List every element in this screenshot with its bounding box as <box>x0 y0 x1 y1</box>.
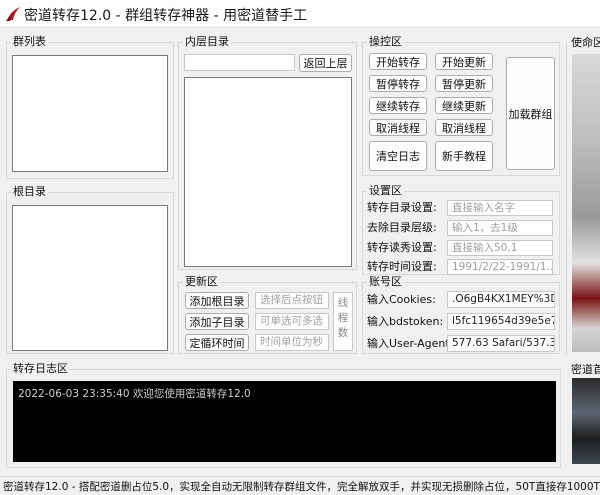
update-label: 更新区 <box>183 275 220 289</box>
add-root-dir-button[interactable]: 添加根目录 <box>185 292 249 309</box>
root-dir-list[interactable] <box>12 205 168 351</box>
root-dir-panel: 根目录 <box>6 185 174 354</box>
settings-panel: 设置区 转存目录设置: 直接输入名字 去除目录层级: 输入1，去1级 转存读秀设… <box>362 184 560 275</box>
clear-log-button[interactable]: 清空日志 <box>369 141 427 171</box>
control-label: 操控区 <box>367 35 404 49</box>
time-unit-field[interactable]: 时间单位为秒 <box>255 334 329 351</box>
start-update-button[interactable]: 开始更新 <box>435 53 493 70</box>
time-setting-input[interactable]: 1991/2/22-1991/1... <box>447 259 553 275</box>
thread-count-field[interactable]: 线程数 <box>333 292 353 351</box>
root-dir-label: 根目录 <box>11 185 48 199</box>
bdstoken-label: 输入bdstoken: <box>367 315 444 328</box>
remove-level-input[interactable]: 输入1，去1级 <box>447 220 553 236</box>
log-output[interactable]: 2022-06-03 23:35:40 欢迎您使用密道转存12.0 <box>13 381 556 462</box>
group-list-box[interactable] <box>12 55 168 172</box>
update-panel: 更新区 添加根目录 添加子目录 定循环时间 选择后点按钮 可单选可多选 时间单位… <box>178 275 357 354</box>
cookies-label: 输入Cookies: <box>367 293 436 306</box>
remove-level-label: 去除目录层级: <box>367 221 437 234</box>
side-label-second: 密道首 <box>571 363 600 376</box>
user-agent-input[interactable]: 577.63 Safari/537.36 <box>447 335 555 352</box>
group-list-label: 群列表 <box>11 35 48 49</box>
side-thumbnail-image <box>572 378 600 464</box>
cancel-update-thread-button[interactable]: 取消线程 <box>435 119 493 136</box>
status-text: 密道转存12.0 - 搭配密道删占位5.0，实现全自动无限制转存群组文件，完全解… <box>3 481 600 493</box>
start-transfer-button[interactable]: 开始转存 <box>369 53 427 70</box>
log-label: 转存日志区 <box>11 362 70 376</box>
pause-update-button[interactable]: 暂停更新 <box>435 75 493 92</box>
user-agent-label: 输入User-Agent: <box>367 337 454 350</box>
title-bar: 密道转存12.0 - 群组转存神器 - 用密道替手工 <box>0 0 600 28</box>
read-speed-input[interactable]: 直接输入50,1 <box>447 240 553 256</box>
window-title: 密道转存12.0 - 群组转存神器 - 用密道替手工 <box>24 8 308 24</box>
inner-dir-label: 内层目录 <box>183 35 231 49</box>
group-list-panel: 群列表 <box>6 35 174 179</box>
log-entry: 2022-06-03 23:35:40 欢迎您使用密道转存12.0 <box>18 388 251 400</box>
resume-update-button[interactable]: 继续更新 <box>435 97 493 114</box>
side-label-mission: 使命区 <box>571 36 600 49</box>
inner-dir-list[interactable] <box>184 77 352 267</box>
resume-transfer-button[interactable]: 继续转存 <box>369 97 427 114</box>
load-group-button[interactable]: 加载群组 <box>506 57 555 170</box>
account-panel: 账号区 输入Cookies: .O6gB4KX1MEY%3D 输入bdstoke… <box>362 275 560 354</box>
pause-transfer-button[interactable]: 暂停转存 <box>369 75 427 92</box>
side-banner-image <box>572 54 600 352</box>
app-logo-icon <box>6 7 20 21</box>
add-sub-dir-button[interactable]: 添加子目录 <box>185 313 249 330</box>
status-bar: 密道转存12.0 - 搭配密道删占位5.0，实现全自动无限制转存群组文件，完全解… <box>0 476 600 495</box>
multi-select-field[interactable]: 可单选可多选 <box>255 313 329 330</box>
bdstoken-input[interactable]: l5fc119654d39e5e7d <box>447 313 555 330</box>
inner-dir-panel: 内层目录 返回上层 <box>178 35 357 270</box>
read-speed-label: 转存读秀设置: <box>367 241 437 254</box>
cancel-transfer-thread-button[interactable]: 取消线程 <box>369 119 427 136</box>
back-up-button[interactable]: 返回上层 <box>299 54 352 72</box>
tutorial-button[interactable]: 新手教程 <box>435 141 493 171</box>
account-label: 账号区 <box>367 275 404 289</box>
inner-dir-path-input[interactable] <box>184 54 295 71</box>
settings-label: 设置区 <box>367 184 404 198</box>
side-divider <box>566 42 567 354</box>
set-loop-time-button[interactable]: 定循环时间 <box>185 334 249 351</box>
time-setting-label: 转存时间设置: <box>367 260 437 273</box>
cookies-input[interactable]: .O6gB4KX1MEY%3D <box>447 291 555 308</box>
control-panel: 操控区 开始转存 开始更新 暂停转存 暂停更新 继续转存 继续更新 取消线程 取… <box>362 35 560 176</box>
dir-setting-input[interactable]: 直接输入名字 <box>447 200 553 216</box>
dir-setting-label: 转存目录设置: <box>367 201 437 214</box>
select-break-field[interactable]: 选择后点按钮 <box>255 292 329 309</box>
